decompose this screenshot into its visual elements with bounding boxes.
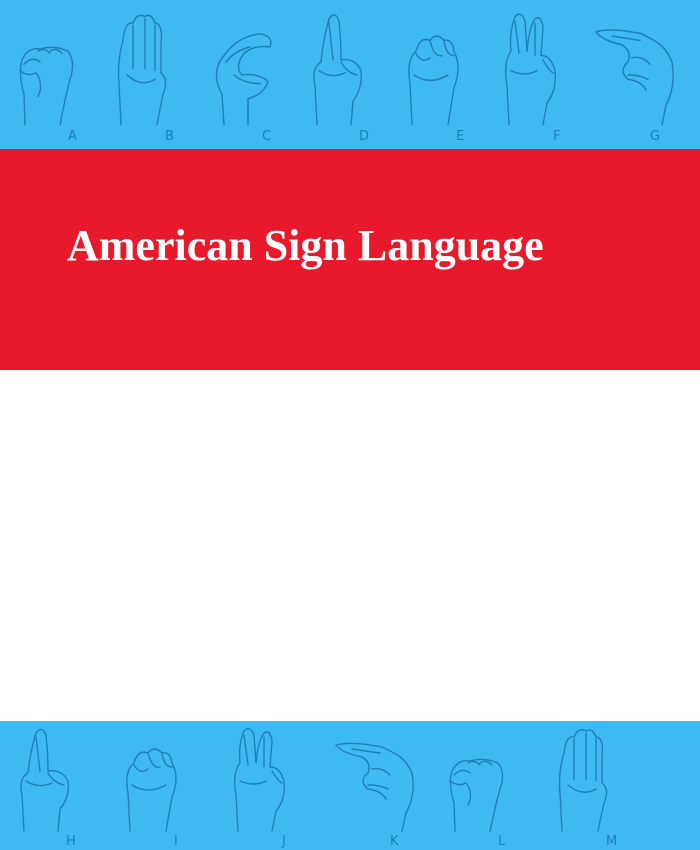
sign-hand-icon — [335, 742, 414, 832]
sign-hand-icon — [504, 13, 557, 126]
sign-hand-icon — [117, 14, 167, 126]
sign-hand-icon — [19, 46, 74, 126]
letter-label: C — [262, 129, 271, 144]
letter-label: E — [456, 129, 464, 144]
top-fingerspelling-art: A B C D E F G — [19, 13, 674, 144]
letter-label: K — [390, 834, 399, 849]
letter-label: L — [498, 834, 506, 849]
sign-hand-icon — [313, 14, 363, 126]
sign-hand-icon — [595, 29, 674, 126]
blank-content-area — [0, 370, 700, 721]
sign-hand-icon — [449, 758, 504, 832]
sign-hand-icon — [126, 748, 177, 832]
bottom-fingerspelling-band: H I J K L M — [0, 721, 700, 850]
sign-hand-icon — [233, 728, 286, 832]
sign-hand-icon — [215, 33, 272, 126]
letter-label: F — [553, 129, 560, 144]
letter-label: B — [165, 129, 174, 144]
letter-label: J — [281, 834, 286, 849]
letter-label: M — [606, 834, 617, 849]
letter-label: H — [66, 834, 76, 849]
bottom-fingerspelling-art: H I J K L M — [20, 728, 617, 849]
top-fingerspelling-band: A B C D E F G — [0, 0, 700, 149]
page-title: American Sign Language — [67, 221, 544, 270]
letter-label: A — [68, 129, 77, 144]
sign-hand-icon — [558, 729, 608, 832]
letter-label: G — [650, 129, 660, 144]
sign-hand-icon — [20, 728, 70, 832]
sign-hand-icon — [408, 35, 459, 126]
letter-label: I — [174, 834, 178, 849]
letter-label: D — [359, 129, 369, 144]
